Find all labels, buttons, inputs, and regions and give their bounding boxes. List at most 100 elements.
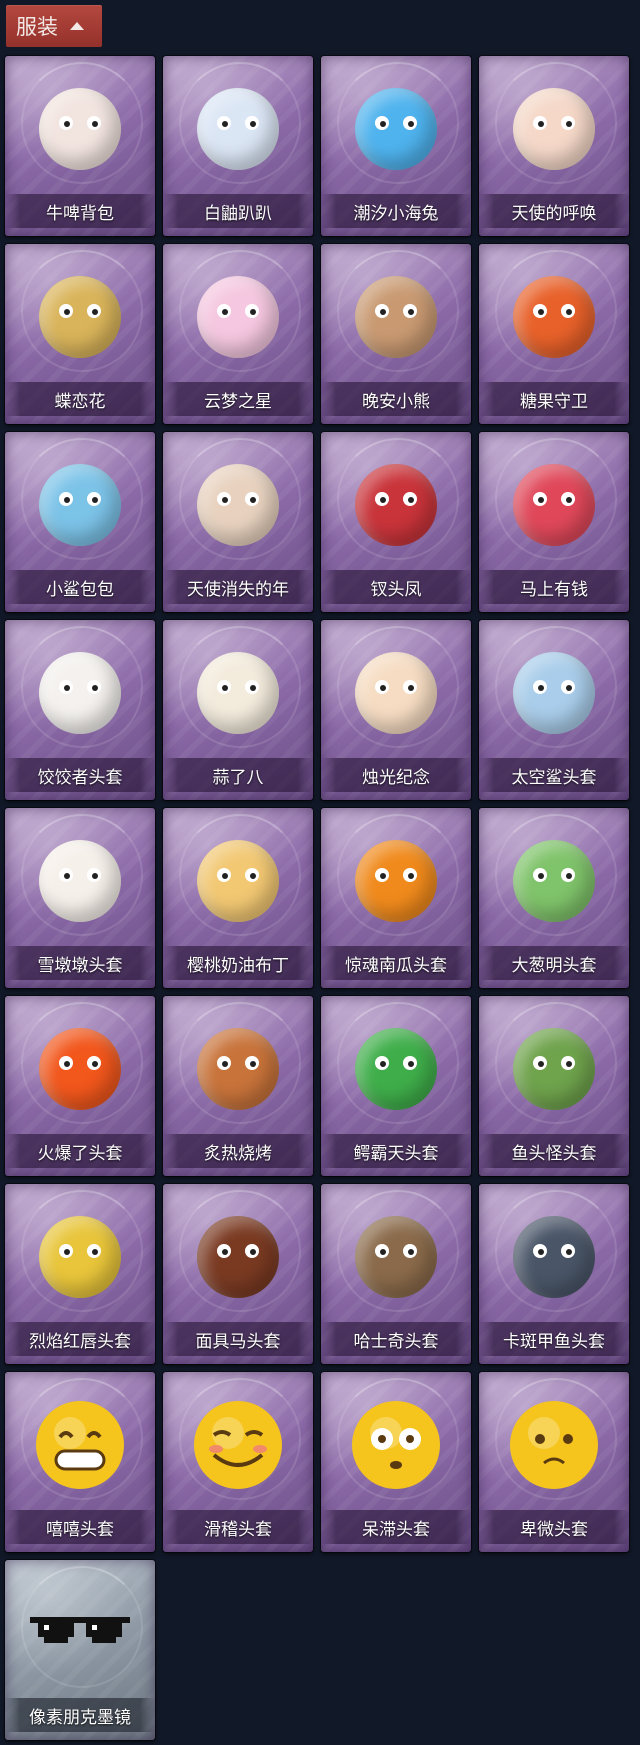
space-shark-icon [504, 638, 604, 748]
costume-preview [513, 840, 595, 922]
preview-eye [87, 868, 101, 882]
costume-card[interactable]: 面具马头套 [163, 1184, 313, 1364]
costume-card[interactable]: 卡斑甲鱼头套 [479, 1184, 629, 1364]
preview-eye [59, 116, 73, 130]
costume-preview [197, 1216, 279, 1298]
fish-head-icon [504, 1014, 604, 1124]
preview-eye [59, 492, 73, 506]
costume-card[interactable]: 烛光纪念 [321, 620, 471, 800]
husky-head-icon [346, 1202, 446, 1312]
costume-card[interactable]: 马上有钱 [479, 432, 629, 612]
preview-eye [217, 116, 231, 130]
costume-card[interactable]: 太空鲨头套 [479, 620, 629, 800]
costume-card[interactable]: 樱桃奶油布丁 [163, 808, 313, 988]
costume-preview [355, 1028, 437, 1110]
preview-eye [561, 680, 575, 694]
phoenix-crown-icon [346, 450, 446, 560]
costume-card[interactable]: 糖果守卫 [479, 244, 629, 424]
preview-pupil [380, 121, 386, 127]
preview-pupil [250, 685, 256, 691]
preview-eye [403, 680, 417, 694]
costume-card[interactable]: 小鲨包包 [5, 432, 155, 612]
chevron-up-icon [70, 22, 84, 30]
preview-eye [245, 304, 259, 318]
preview-pupil [566, 497, 572, 503]
costume-card[interactable]: 嘻嘻头套 [5, 1372, 155, 1552]
costume-card[interactable]: 蒜了八 [163, 620, 313, 800]
preview-eye [375, 492, 389, 506]
costume-card[interactable]: 牛啤背包 [5, 56, 155, 236]
costume-card[interactable]: 呆滞头套 [321, 1372, 471, 1552]
costume-label: 蒜了八 [163, 758, 313, 792]
costume-preview [355, 464, 437, 546]
preview-pupil [538, 873, 544, 879]
preview-pupil [92, 685, 98, 691]
costume-card[interactable]: 像素朋克墨镜 [5, 1560, 155, 1740]
preview-eye [87, 680, 101, 694]
preview-eye [87, 116, 101, 130]
costume-card[interactable]: 鱼头怪头套 [479, 996, 629, 1176]
costume-card[interactable]: 潮汐小海兔 [321, 56, 471, 236]
snowman-head-icon [30, 826, 130, 936]
dumpling-head-icon [30, 638, 130, 748]
preview-pupil [380, 497, 386, 503]
costume-label: 鳄霸天头套 [321, 1134, 471, 1168]
pumpkin-guard-icon [504, 262, 604, 372]
preview-pupil [380, 1249, 386, 1255]
preview-eye [403, 868, 417, 882]
costume-preview [355, 840, 437, 922]
costume-label: 天使消失的年 [163, 570, 313, 604]
angel-girl-icon [188, 450, 288, 560]
preview-pupil [380, 685, 386, 691]
red-horse-icon [504, 450, 604, 560]
costume-card[interactable]: 卑微头套 [479, 1372, 629, 1552]
costume-card[interactable]: 大葱明头套 [479, 808, 629, 988]
grill-meat-icon [188, 1014, 288, 1124]
preview-eye [561, 116, 575, 130]
costume-card[interactable]: 炙热烧烤 [163, 996, 313, 1176]
costume-card[interactable]: 天使消失的年 [163, 432, 313, 612]
costume-label: 樱桃奶油布丁 [163, 946, 313, 980]
costume-label: 面具马头套 [163, 1322, 313, 1356]
preview-eye [375, 1244, 389, 1258]
costume-card[interactable]: 烈焰红唇头套 [5, 1184, 155, 1364]
preview-eye [245, 1056, 259, 1070]
costume-card[interactable]: 火爆了头套 [5, 996, 155, 1176]
preview-pupil [538, 309, 544, 315]
costume-card[interactable]: 钗头凤 [321, 432, 471, 612]
costume-card[interactable]: 哈士奇头套 [321, 1184, 471, 1364]
costume-card[interactable]: 鳄霸天头套 [321, 996, 471, 1176]
costume-preview [513, 652, 595, 734]
costume-card[interactable]: 云梦之星 [163, 244, 313, 424]
costume-card[interactable]: 惊魂南瓜头套 [321, 808, 471, 988]
costume-preview [513, 276, 595, 358]
preview-eye [375, 1056, 389, 1070]
costume-card[interactable]: 滑稽头套 [163, 1372, 313, 1552]
costume-label: 炙热烧烤 [163, 1134, 313, 1168]
preview-eye [533, 492, 547, 506]
preview-eye [59, 868, 73, 882]
costume-card[interactable]: 雪墩墩头套 [5, 808, 155, 988]
costume-card[interactable]: 白鼬趴趴 [163, 56, 313, 236]
angel-doll-icon [504, 74, 604, 184]
preview-eye [533, 1056, 547, 1070]
costume-preview [197, 840, 279, 922]
preview-eye [375, 868, 389, 882]
preview-eye [561, 868, 575, 882]
costume-card[interactable]: 晚安小熊 [321, 244, 471, 424]
preview-eye [561, 1244, 575, 1258]
costume-card[interactable]: 蝶恋花 [5, 244, 155, 424]
preview-eye [217, 1244, 231, 1258]
costume-preview [39, 1028, 121, 1110]
costume-label: 白鼬趴趴 [163, 194, 313, 228]
costume-preview [197, 652, 279, 734]
costume-category-toggle[interactable]: 服装 [6, 5, 102, 47]
costume-card[interactable]: 天使的呼唤 [479, 56, 629, 236]
preview-eye [217, 1056, 231, 1070]
shark-bag-icon [30, 450, 130, 560]
costume-card[interactable]: 饺饺者头套 [5, 620, 155, 800]
preview-pupil [64, 121, 70, 127]
preview-pupil [380, 1061, 386, 1067]
preview-eye [245, 868, 259, 882]
preview-pupil [408, 121, 414, 127]
